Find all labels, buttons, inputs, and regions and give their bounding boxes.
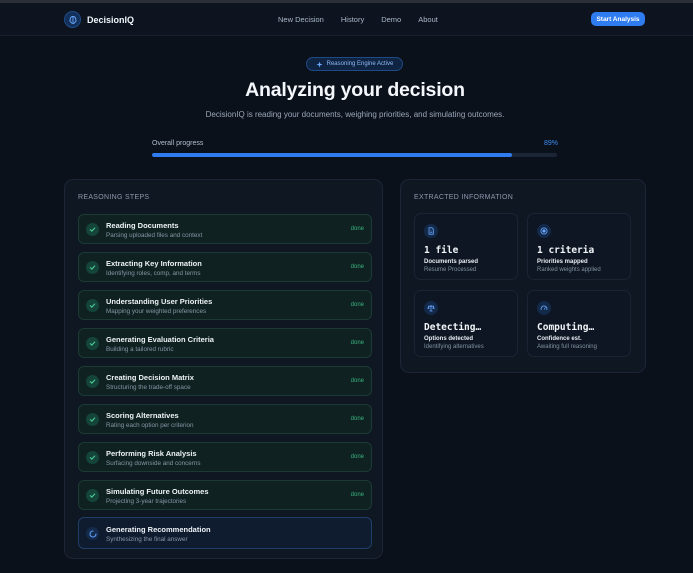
check-icon [86, 261, 99, 274]
brain-icon [64, 11, 81, 28]
info-value: Detecting… [424, 322, 482, 333]
step-status: done [350, 302, 364, 308]
step-description: Mapping your weighted preferences [106, 308, 207, 315]
info-card-priorities: 1 criteria Priorities mapped Ranked weig… [527, 213, 631, 280]
info-card-documents: 1 file Documents parsed Resume Processed [414, 213, 518, 280]
nav-link-history[interactable]: History [341, 15, 364, 24]
badge-label: Reasoning Engine Active [326, 61, 394, 67]
step-title: Generating Recommendation [106, 525, 211, 534]
step-description: Structuring the trade-off space [106, 384, 191, 391]
step-description: Building a tailored rubric [106, 346, 174, 353]
scale-icon [424, 301, 438, 315]
info-value: 1 file [424, 245, 459, 256]
info-subtext: Ranked weights applied [537, 267, 601, 273]
check-icon [86, 337, 99, 350]
step-status: done [350, 340, 364, 346]
progress-percent: 89% [544, 140, 559, 147]
progress-bar [152, 153, 557, 157]
step-scoring-alternatives: Scoring Alternatives Rating each option … [78, 404, 372, 434]
step-title: Understanding User Priorities [106, 297, 213, 306]
brand-name: DecisionIQ [87, 14, 135, 25]
info-label: Priorities mapped [537, 259, 588, 265]
info-card-confidence: Computing… Confidence est. Awaiting full… [527, 290, 631, 357]
document-icon [424, 224, 438, 238]
step-generating-evaluation-criteria: Generating Evaluation Criteria Building … [78, 328, 372, 358]
step-title: Performing Risk Analysis [106, 449, 197, 458]
check-icon [86, 413, 99, 426]
extracted-information-heading: EXTRACTED INFORMATION [414, 194, 514, 201]
info-value: Computing… [537, 322, 595, 333]
step-title: Generating Evaluation Criteria [106, 335, 214, 344]
check-icon [86, 489, 99, 502]
info-card-options: Detecting… Options detected Identifying … [414, 290, 518, 357]
step-description: Identifying roles, comp, and terms [106, 270, 201, 277]
info-label: Options detected [424, 336, 474, 342]
nav-link-about[interactable]: About [418, 15, 438, 24]
reasoning-steps-heading: REASONING STEPS [78, 194, 150, 201]
spinner-icon [86, 527, 99, 540]
info-label: Documents parsed [424, 259, 479, 265]
check-icon [86, 223, 99, 236]
sparkle-icon [316, 55, 323, 73]
page-subtitle: DecisionIQ is reading your documents, we… [205, 110, 505, 119]
step-description: Rating each option per criterion [106, 422, 194, 429]
step-understanding-user-priorities: Understanding User Priorities Mapping yo… [78, 290, 372, 320]
check-icon [86, 299, 99, 312]
reasoning-engine-badge: Reasoning Engine Active [306, 57, 403, 71]
info-subtext: Resume Processed [424, 267, 477, 273]
check-icon [86, 451, 99, 464]
gauge-icon [537, 301, 551, 315]
step-creating-decision-matrix: Creating Decision Matrix Structuring the… [78, 366, 372, 396]
progress-bar-fill [152, 153, 513, 157]
step-reading-documents: Reading Documents Parsing uploaded files… [78, 214, 372, 244]
page-title: Analyzing your decision [245, 79, 465, 101]
reasoning-steps-panel: REASONING STEPS Reading Documents Parsin… [64, 179, 383, 559]
progress-label: Overall progress [152, 140, 204, 147]
step-description: Surfacing downside and concerns [106, 460, 201, 467]
check-icon [86, 375, 99, 388]
step-description: Parsing uploaded files and context [106, 232, 203, 239]
step-extracting-key-information: Extracting Key Information Identifying r… [78, 252, 372, 282]
step-simulating-future-outcomes: Simulating Future Outcomes Projecting 3-… [78, 480, 372, 510]
start-analysis-button[interactable]: Start Analysis [591, 12, 645, 26]
nav-link-new-decision[interactable]: New Decision [278, 15, 324, 24]
step-status: done [350, 378, 364, 384]
extracted-information-panel: EXTRACTED INFORMATION 1 file Documents p… [400, 179, 646, 373]
step-description: Synthesizing the final answer [106, 536, 188, 543]
target-icon [537, 224, 551, 238]
step-description: Projecting 3-year trajectories [106, 498, 187, 505]
step-performing-risk-analysis: Performing Risk Analysis Surfacing downs… [78, 442, 372, 472]
top-navigation: DecisionIQ New Decision History Demo Abo… [0, 3, 693, 36]
step-title: Reading Documents [106, 221, 179, 230]
info-subtext: Identifying alternatives [424, 344, 484, 350]
step-status: done [350, 264, 364, 270]
info-subtext: Awaiting full reasoning [537, 344, 597, 350]
step-status: done [350, 454, 364, 460]
step-status: done [350, 492, 364, 498]
step-status: done [350, 226, 364, 232]
step-title: Creating Decision Matrix [106, 373, 194, 382]
step-title: Extracting Key Information [106, 259, 202, 268]
step-title: Simulating Future Outcomes [106, 487, 209, 496]
step-title: Scoring Alternatives [106, 411, 179, 420]
step-generating-recommendation: Generating Recommendation Synthesizing t… [78, 517, 372, 549]
info-label: Confidence est. [537, 336, 582, 342]
brand[interactable]: DecisionIQ [64, 11, 134, 28]
info-value: 1 criteria [537, 245, 595, 256]
nav-link-demo[interactable]: Demo [381, 15, 401, 24]
step-status: done [350, 416, 364, 422]
nav-links: New Decision History Demo About [278, 15, 438, 24]
